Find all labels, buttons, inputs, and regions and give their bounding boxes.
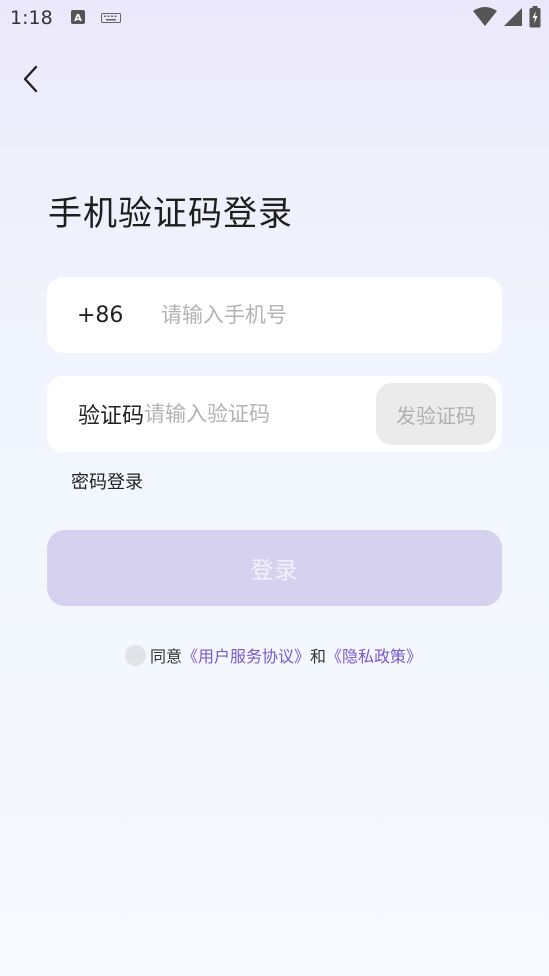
status-time: 1:18	[10, 7, 53, 29]
code-input[interactable]	[144, 394, 413, 434]
status-right-icons	[473, 6, 541, 32]
wifi-icon	[473, 7, 497, 31]
phone-input-card: +86	[47, 277, 502, 353]
agreement-checkbox[interactable]	[125, 644, 146, 666]
login-button[interactable]: 登录	[47, 530, 502, 606]
agreement-conjunction: 和	[310, 647, 327, 666]
password-login-link[interactable]: 密码登录	[71, 468, 143, 494]
status-bar: 1:18 A	[0, 0, 549, 36]
back-button[interactable]	[14, 62, 48, 100]
code-label: 验证码	[78, 404, 145, 429]
code-input-card: 验证码 发验证码	[47, 376, 502, 452]
agreement-row: 同意 《用户服务协议》 和 《隐私政策》	[125, 643, 422, 667]
battery-charging-icon	[529, 6, 541, 32]
terms-link[interactable]: 《用户服务协议》	[182, 643, 310, 667]
country-code-prefix[interactable]: +86	[77, 303, 161, 328]
keyboard-icon	[100, 9, 121, 28]
privacy-link[interactable]: 《隐私政策》	[326, 643, 422, 667]
status-left-icons: A	[70, 9, 121, 28]
chevron-left-icon	[21, 64, 41, 98]
svg-text:A: A	[74, 13, 82, 24]
send-code-button[interactable]: 发验证码	[376, 383, 496, 445]
page-title: 手机验证码登录	[48, 194, 293, 234]
phone-input[interactable]	[161, 295, 502, 335]
cell-signal-icon	[503, 7, 523, 31]
agreement-prefix: 同意	[150, 647, 183, 666]
font-a-icon: A	[70, 9, 85, 28]
